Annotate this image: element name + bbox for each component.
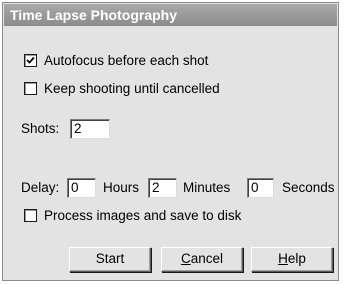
help-button-label: elp [287,251,306,266]
checkmark-icon [26,56,35,64]
cancel-button[interactable]: Cancel [161,247,243,272]
shots-label: Shots: [21,121,60,136]
dialog-title: Time Lapse Photography [4,4,337,26]
delay-label: Delay: [21,180,60,195]
seconds-label: Seconds [282,180,335,195]
keep-shooting-option[interactable]: Keep shooting until cancelled [24,78,220,98]
time-lapse-dialog: Time Lapse Photography Autofocus before … [2,2,339,281]
process-images-label: Process images and save to disk [44,207,242,223]
start-button[interactable]: Start [69,247,151,272]
process-images-checkbox[interactable] [24,208,37,222]
process-images-option[interactable]: Process images and save to disk [24,205,241,225]
autofocus-label: Autofocus before each shot [44,52,209,68]
help-button[interactable]: Help [251,247,333,272]
autofocus-option[interactable]: Autofocus before each shot [24,50,208,70]
keep-shooting-label: Keep shooting until cancelled [44,80,220,96]
help-mnemonic: H [278,251,288,266]
hours-label: Hours [103,180,140,195]
hours-input[interactable]: 0 [67,178,96,198]
keep-shooting-checkbox[interactable] [24,81,37,95]
cancel-mnemonic: C [180,251,191,266]
shots-input[interactable]: 2 [70,119,110,139]
cancel-button-label: ancel [190,251,224,266]
start-button-label: Start [95,251,125,266]
minutes-label: Minutes [183,180,231,195]
seconds-input[interactable]: 0 [247,178,274,198]
minutes-input[interactable]: 2 [148,178,177,198]
autofocus-checkbox[interactable] [24,53,37,67]
